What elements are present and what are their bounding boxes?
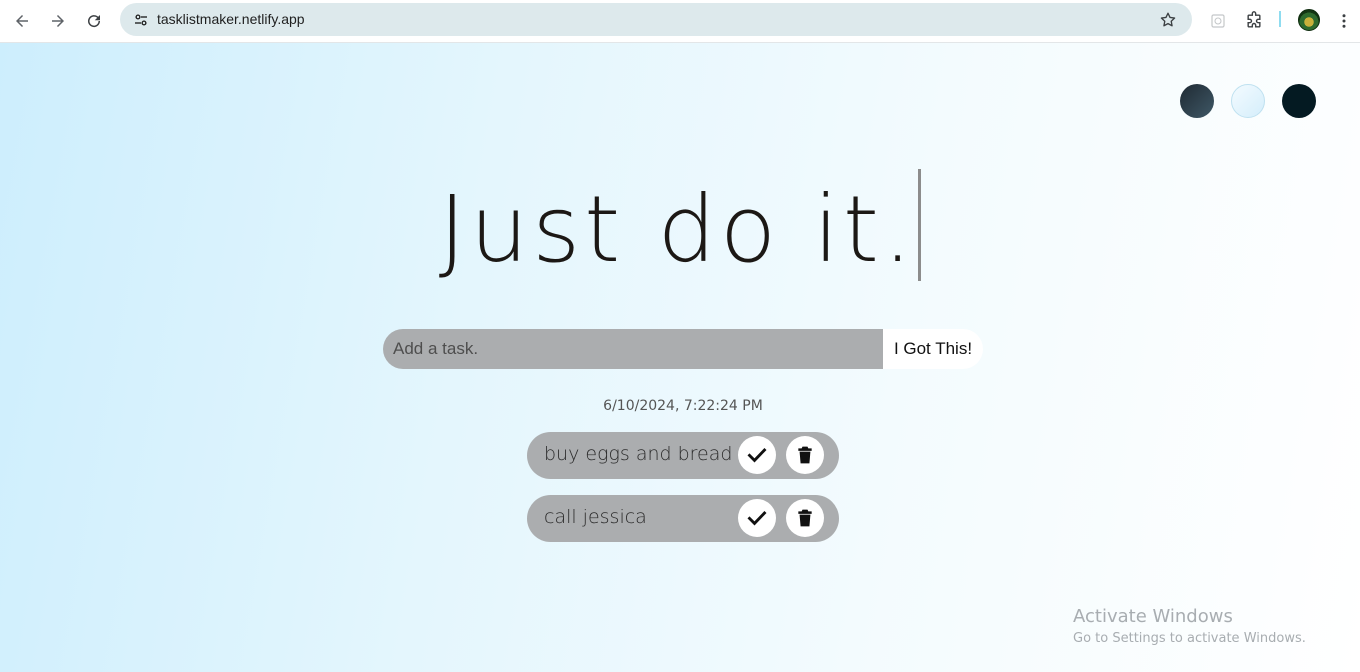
reload-icon[interactable] — [80, 7, 108, 35]
add-task-button[interactable]: I Got This! — [883, 329, 983, 369]
trash-icon — [798, 509, 812, 527]
check-icon — [747, 510, 767, 526]
watermark-title: Activate Windows — [1073, 606, 1233, 627]
toolbar-divider — [1279, 11, 1281, 27]
extension-icon[interactable] — [1204, 7, 1232, 35]
task-text: buy eggs and bread — [544, 443, 733, 465]
complete-task-button[interactable] — [738, 499, 776, 537]
complete-task-button[interactable] — [738, 436, 776, 474]
task-item: buy eggs and bread — [527, 432, 839, 479]
back-arrow-icon[interactable] — [8, 7, 36, 35]
theme-black-button[interactable] — [1282, 84, 1316, 118]
current-datetime: 6/10/2024, 7:22:24 PM — [603, 398, 763, 414]
trash-icon — [798, 446, 812, 464]
url-text[interactable]: tasklistmaker.netlify.app — [157, 11, 305, 27]
address-bar[interactable]: tasklistmaker.netlify.app — [120, 3, 1192, 36]
forward-arrow-icon[interactable] — [44, 7, 72, 35]
task-list: buy eggs and bread call jessica — [527, 432, 839, 558]
theme-dark-gray-button[interactable] — [1180, 84, 1214, 118]
watermark-subtitle: Go to Settings to activate Windows. — [1073, 631, 1306, 646]
delete-task-button[interactable] — [786, 499, 824, 537]
page-title: Just do it. — [0, 169, 1360, 281]
page-title-text: Just do it. — [438, 176, 917, 283]
bookmark-star-icon[interactable] — [1156, 8, 1180, 32]
more-icon[interactable] — [1330, 7, 1358, 35]
typing-cursor — [918, 169, 922, 281]
task-input[interactable] — [383, 329, 883, 369]
site-info-icon[interactable] — [128, 7, 154, 33]
page-content: Just do it. I Got This! 6/10/2024, 7:22:… — [0, 43, 1360, 672]
windows-activation-watermark: Activate Windows Go to Settings to activ… — [1073, 606, 1306, 646]
profile-avatar[interactable] — [1298, 9, 1320, 31]
puzzle-icon[interactable] — [1240, 7, 1268, 35]
task-item: call jessica — [527, 495, 839, 542]
check-icon — [747, 447, 767, 463]
browser-toolbar: tasklistmaker.netlify.app — [0, 0, 1360, 43]
delete-task-button[interactable] — [786, 436, 824, 474]
add-task-form: I Got This! — [383, 329, 983, 369]
theme-light-button[interactable] — [1231, 84, 1265, 118]
task-text: call jessica — [544, 506, 647, 528]
